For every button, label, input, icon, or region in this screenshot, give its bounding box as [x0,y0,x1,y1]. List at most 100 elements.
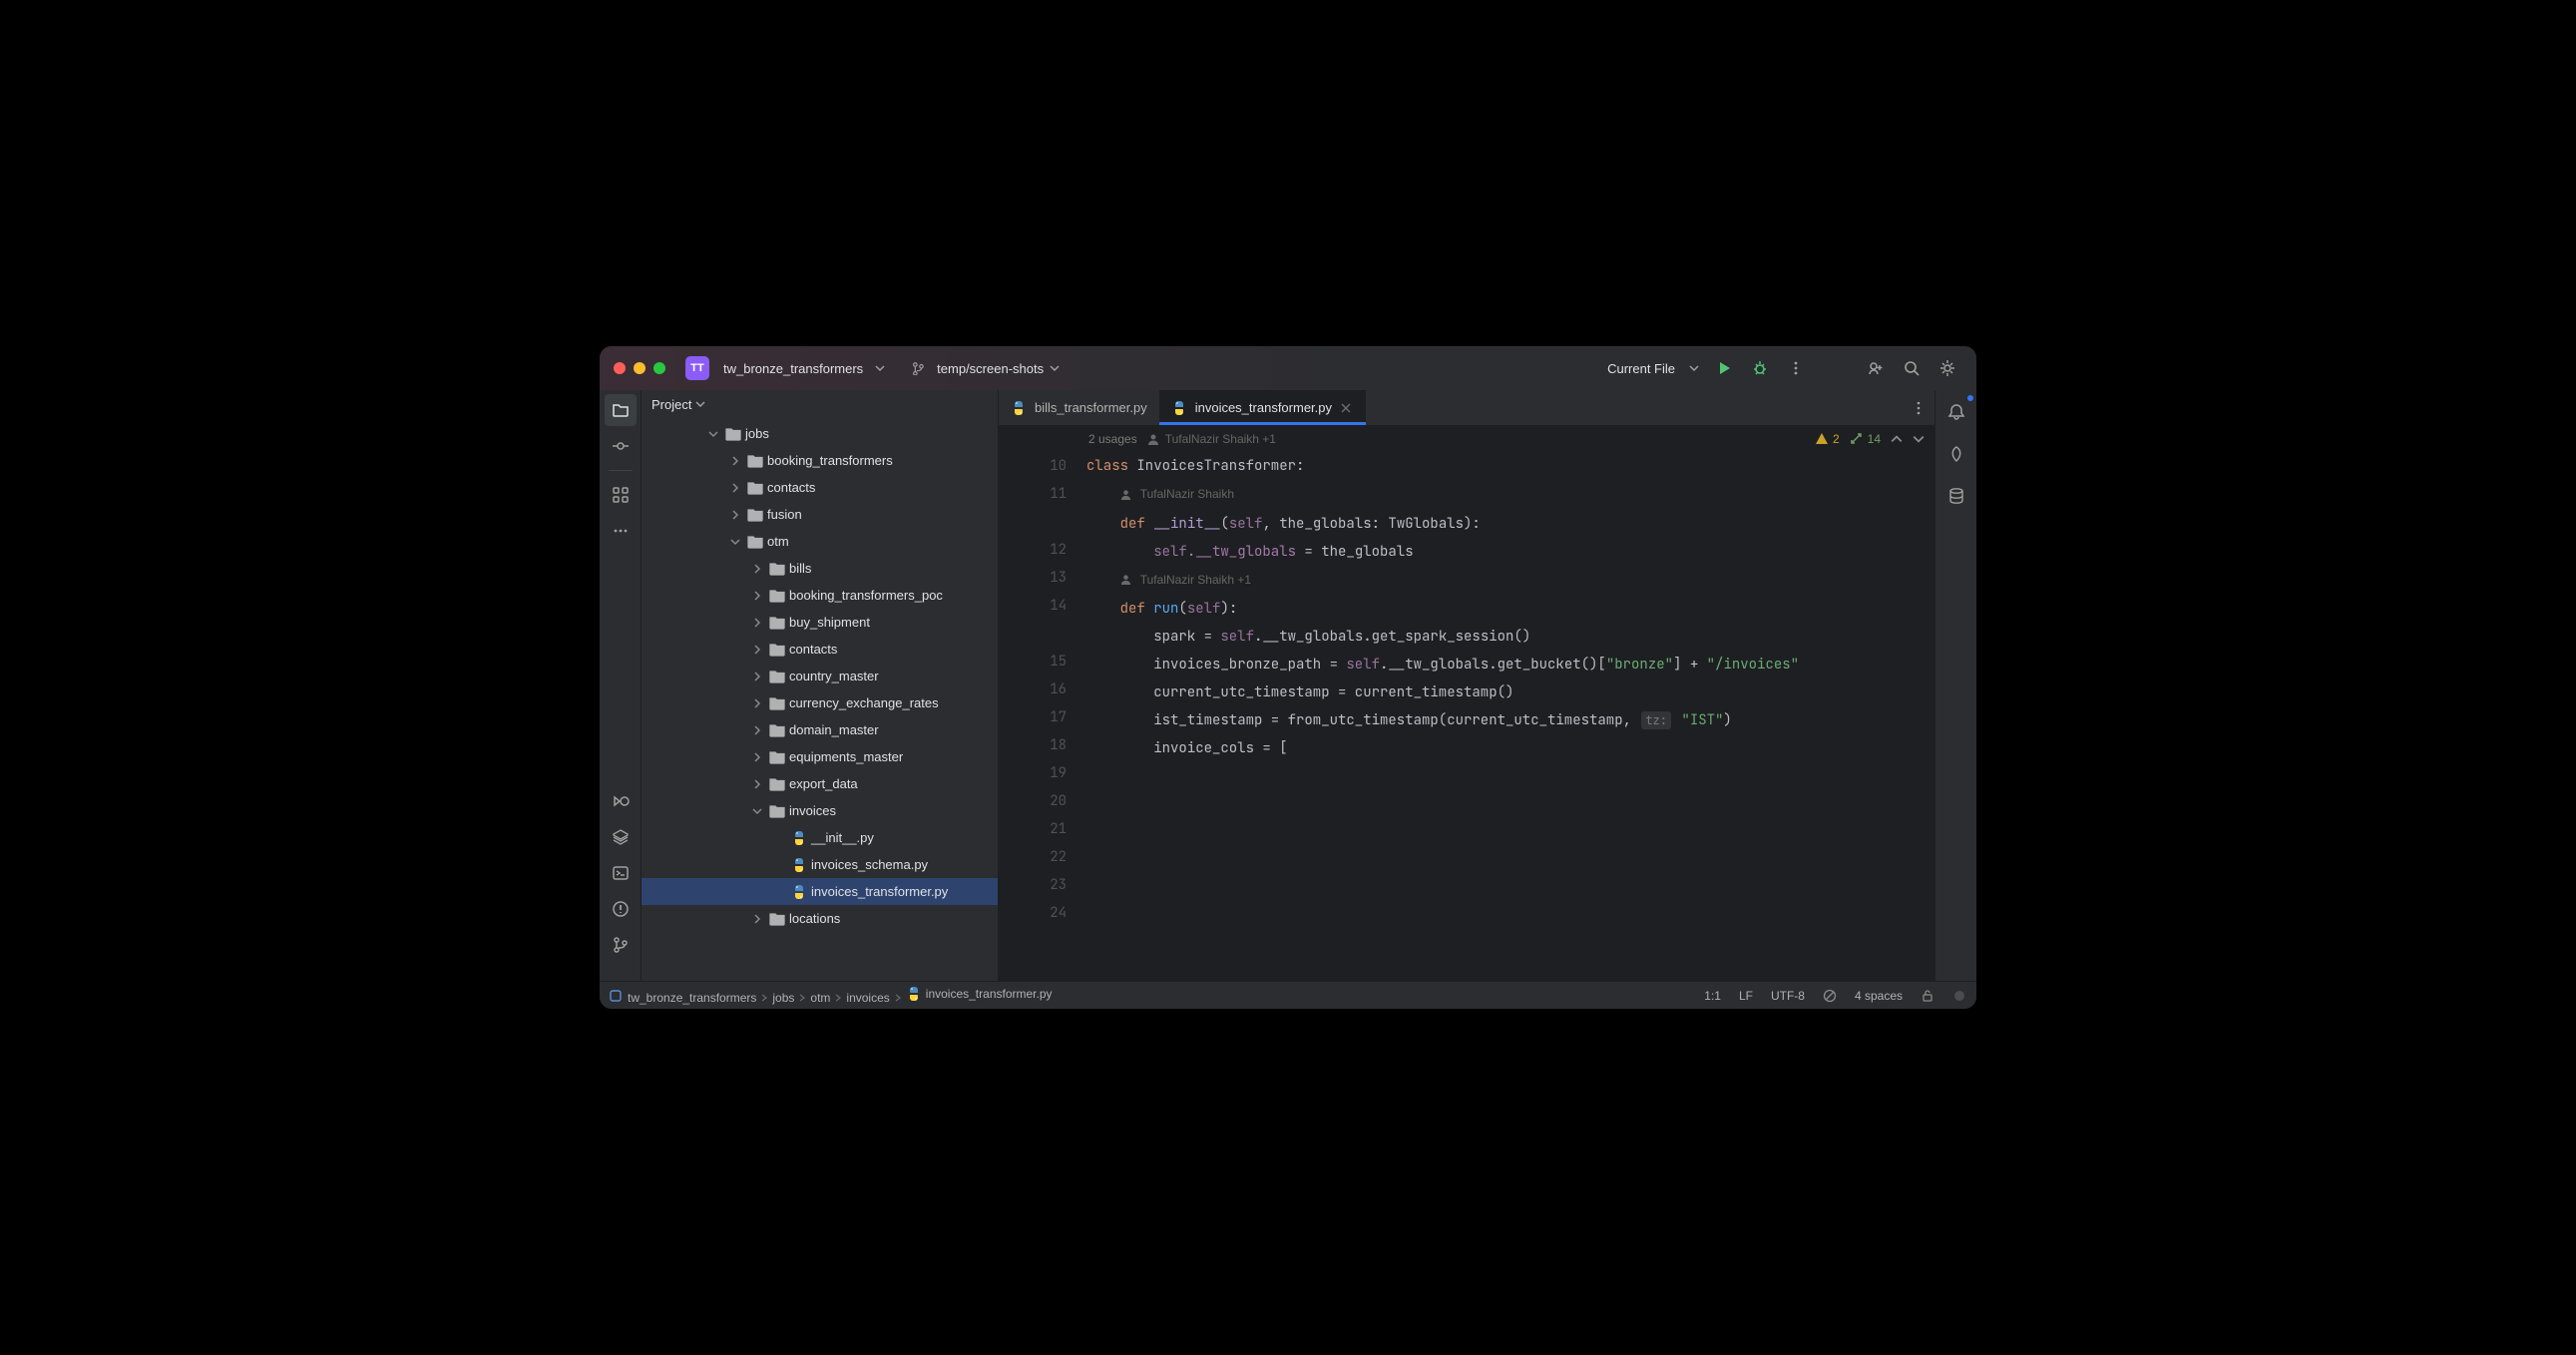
editor-tab[interactable]: bills_transformer.py [999,390,1159,425]
breadcrumb-item[interactable]: invoices_transformer.py [926,987,1053,1001]
minimize-window-button[interactable] [634,362,645,374]
project-tool-button[interactable] [605,394,637,426]
file-node[interactable]: invoices_transformer.py [642,878,998,905]
usages-count[interactable]: 2 usages [1088,432,1137,446]
code-editor[interactable]: 1011 121314 15161718192021222324 class I… [999,452,1934,981]
tree-chevron[interactable] [749,725,765,735]
cursor-position[interactable]: 1:1 [1704,989,1721,1003]
folder-node[interactable]: invoices [642,797,998,824]
breadcrumb-item[interactable]: tw_bronze_transformers [628,991,756,1005]
run-tool-button[interactable] [605,785,637,817]
tree-item-label: equipments_master [789,749,903,764]
tree-chevron[interactable] [727,537,743,547]
folder-node[interactable]: domain_master [642,716,998,743]
breadcrumb-item[interactable]: jobs [772,991,794,1005]
folder-node[interactable]: equipments_master [642,743,998,770]
structure-tool-button[interactable] [605,479,637,511]
editor-tabs-more[interactable] [1903,390,1934,425]
folder-node[interactable]: fusion [642,501,998,528]
tree-chevron[interactable] [749,806,765,816]
close-window-button[interactable] [614,362,626,374]
commit-tool-button[interactable] [605,430,637,462]
tree-chevron[interactable] [749,914,765,924]
tree-item-label: __init__.py [811,830,874,845]
run-config-selector[interactable]: Current File [1607,361,1675,376]
folder-node[interactable]: contacts [642,636,998,663]
tree-chevron[interactable] [749,672,765,681]
project-dropdown[interactable] [871,361,889,375]
ai-assistant-button[interactable] [1940,438,1972,470]
breadcrumb-chevron-icon [890,991,906,1005]
tree-chevron[interactable] [749,618,765,628]
notifications-button[interactable] [1940,396,1972,428]
project-panel-title[interactable]: Project [651,397,691,412]
author-name: TufalNazir Shaikh +1 [1165,432,1276,446]
maximize-window-button[interactable] [653,362,665,374]
vcs-branch[interactable]: temp/screen-shots [911,361,1060,376]
status-indicator[interactable] [1952,989,1966,1003]
warnings-indicator[interactable]: 2 [1815,432,1840,446]
breadcrumbs[interactable]: tw_bronze_transformers jobs otm invoices inv… [628,986,1053,1005]
readonly-toggle[interactable] [1823,989,1837,1003]
tree-chevron[interactable] [749,698,765,708]
folder-node[interactable]: contacts [642,474,998,501]
tree-chevron[interactable] [749,779,765,789]
file-encoding[interactable]: UTF-8 [1771,989,1805,1003]
folder-node[interactable]: booking_transformers [642,447,998,474]
lock-toggle[interactable] [1921,989,1934,1003]
next-highlight-button[interactable] [1913,433,1925,445]
terminal-tool-button[interactable] [605,857,637,889]
more-tools-button[interactable] [605,515,637,547]
folder-node[interactable]: export_data [642,770,998,797]
breadcrumb-item[interactable]: invoices [846,991,889,1005]
more-actions-button[interactable] [1785,357,1807,379]
folder-node[interactable]: currency_exchange_rates [642,689,998,716]
vcs-tool-button[interactable] [605,929,637,961]
tree-item-label: contacts [767,480,815,495]
tree-item-label: otm [767,534,789,549]
breadcrumb-item[interactable]: otm [810,991,830,1005]
services-tool-button[interactable] [605,821,637,853]
indent-setting[interactable]: 4 spaces [1855,989,1903,1003]
debug-button[interactable] [1749,357,1771,379]
settings-button[interactable] [1936,357,1958,379]
folder-node[interactable]: bills [642,555,998,582]
folder-icon [769,562,785,576]
folder-node[interactable]: locations [642,905,998,932]
status-bar: tw_bronze_transformers jobs otm invoices inv… [600,981,1976,1009]
file-node[interactable]: __init__.py [642,824,998,851]
tree-chevron[interactable] [727,456,743,466]
search-button[interactable] [1901,357,1923,379]
folder-node[interactable]: booking_transformers_poc [642,582,998,609]
problems-tool-button[interactable] [605,893,637,925]
database-button[interactable] [1940,480,1972,512]
tree-chevron[interactable] [749,564,765,574]
code-content[interactable]: class InvoicesTransformer: TufalNazir Sh… [1086,452,1934,981]
project-tree[interactable]: jobsbooking_transformers contacts fusion ot… [642,418,998,981]
tree-chevron[interactable] [749,752,765,762]
branch-name: temp/screen-shots [937,361,1044,376]
author-annotation[interactable]: TufalNazir Shaikh +1 [1147,425,1276,453]
editor-tab[interactable]: invoices_transformer.py [1159,390,1366,425]
line-separator[interactable]: LF [1739,989,1753,1003]
folder-node[interactable]: jobs [642,420,998,447]
tree-item-label: invoices [789,803,836,818]
code-with-me-button[interactable] [1865,357,1887,379]
run-button[interactable] [1713,357,1735,379]
project-name[interactable]: tw_bronze_transformers [723,361,863,376]
tree-chevron[interactable] [749,591,765,601]
chevron-down-icon [1050,363,1060,373]
file-node[interactable]: invoices_schema.py [642,851,998,878]
close-tab-button[interactable] [1340,402,1354,414]
breadcrumb-item[interactable]: invoices_transformer.py [906,986,1053,1002]
folder-node[interactable]: otm [642,528,998,555]
tree-chevron[interactable] [749,645,765,655]
prev-highlight-button[interactable] [1891,433,1903,445]
folder-node[interactable]: buy_shipment [642,609,998,636]
tree-chevron[interactable] [727,483,743,493]
hints-indicator[interactable]: 14 [1850,432,1881,446]
folder-node[interactable]: country_master [642,663,998,689]
tree-chevron[interactable] [705,429,721,439]
tree-chevron[interactable] [727,510,743,520]
tree-item-label: buy_shipment [789,615,870,630]
